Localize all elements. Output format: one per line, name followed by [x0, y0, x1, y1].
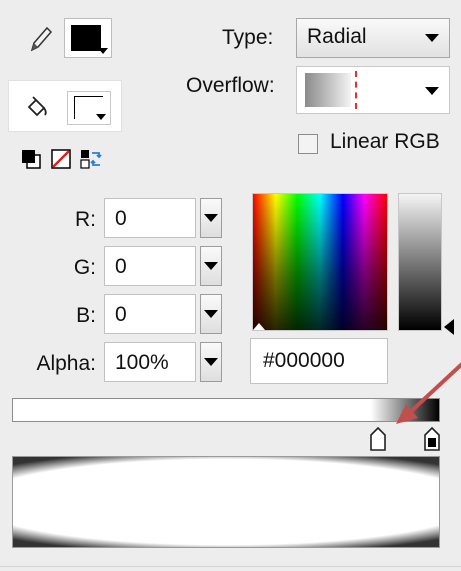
spectrum-marker: [253, 323, 265, 330]
chevron-down-icon: [98, 48, 108, 54]
gradient-preview: [12, 456, 440, 548]
dropdown-arrow-icon: [204, 262, 218, 270]
red-label: R:: [75, 208, 96, 231]
blue-dropdown[interactable]: [200, 294, 222, 334]
annotation-arrow: [396, 362, 461, 424]
gradient-stop-white[interactable]: [369, 426, 387, 452]
black-and-white-icon[interactable]: [20, 148, 42, 170]
swap-colors-icon[interactable]: [80, 148, 102, 170]
type-select-value: Radial: [307, 25, 367, 48]
stroke-color-fill: [71, 25, 101, 51]
color-spectrum[interactable]: [252, 193, 388, 331]
dropdown-arrow-icon: [204, 214, 218, 222]
color-quick-buttons: [20, 148, 102, 170]
alpha-input[interactable]: 100%: [104, 342, 196, 382]
hex-input[interactable]: #000000: [250, 338, 388, 384]
alpha-label: Alpha:: [36, 352, 96, 375]
panel-bottom-divider: [0, 566, 461, 567]
dropdown-arrow-icon: [425, 87, 439, 95]
fill-color-swatch[interactable]: [67, 91, 111, 125]
overflow-select[interactable]: [296, 66, 450, 114]
blue-input[interactable]: 0: [104, 294, 196, 334]
overflow-marker: [355, 71, 357, 109]
type-select[interactable]: Radial: [296, 18, 450, 58]
dropdown-arrow-icon: [425, 34, 439, 42]
gradient-bar[interactable]: [12, 398, 440, 422]
blue-label: B:: [76, 304, 96, 327]
green-input[interactable]: 0: [104, 246, 196, 286]
red-dropdown[interactable]: [200, 198, 222, 238]
overflow-preview: [305, 73, 351, 107]
green-dropdown[interactable]: [200, 246, 222, 286]
brightness-slider[interactable]: [398, 193, 442, 331]
stroke-color-swatch[interactable]: [64, 18, 112, 58]
alpha-dropdown[interactable]: [200, 342, 222, 382]
overflow-label: Overflow:: [186, 74, 275, 97]
green-label: G:: [73, 256, 96, 279]
paint-bucket-icon[interactable]: [23, 95, 49, 121]
linear-rgb-label: Linear RGB: [330, 130, 440, 153]
red-input[interactable]: 0: [104, 198, 196, 238]
linear-rgb-checkbox[interactable]: [298, 134, 318, 154]
gradient-stop-black[interactable]: [423, 426, 441, 452]
type-label: Type:: [222, 26, 274, 49]
chevron-down-icon: [96, 114, 106, 120]
brightness-handle[interactable]: [444, 319, 454, 335]
dropdown-arrow-icon: [204, 358, 218, 366]
fill-tool-panel: [8, 80, 122, 132]
no-color-icon[interactable]: [50, 148, 72, 170]
pencil-icon[interactable]: [28, 24, 54, 54]
dropdown-arrow-icon: [204, 310, 218, 318]
